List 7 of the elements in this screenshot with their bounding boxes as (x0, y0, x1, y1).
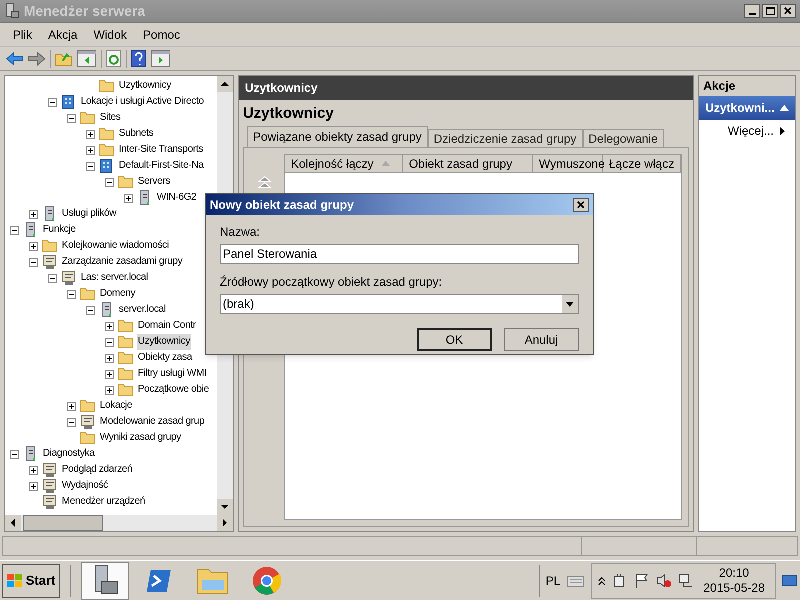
field-label: Nazwa: (220, 224, 262, 241)
pane-title: Uzytkownicy (243, 104, 335, 124)
actions-header: Akcje (699, 76, 795, 96)
field-label: Źródłowy początkowy obiekt zasad grupy: (220, 274, 444, 291)
pane-header: Uzytkownicy (239, 76, 694, 100)
window-title: Menedżer serwera (24, 2, 146, 20)
dialog-title: Nowy obiekt zasad grupy (210, 196, 354, 214)
